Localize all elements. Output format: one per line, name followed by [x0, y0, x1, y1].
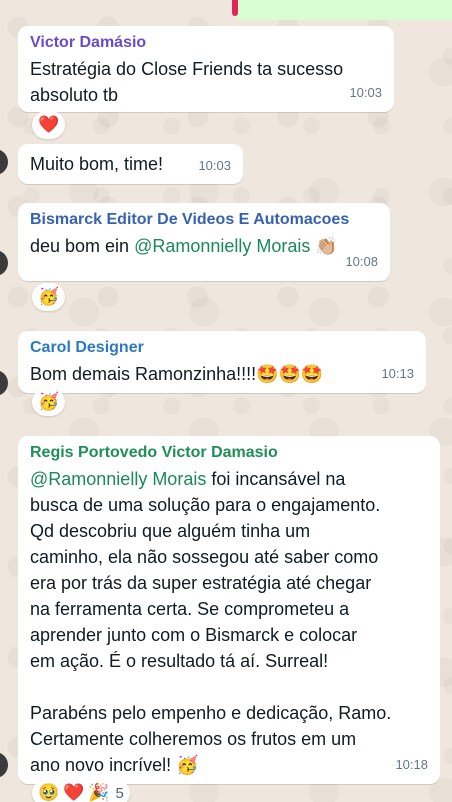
party-popper-icon: 🎉 [88, 783, 110, 802]
message-text: Qd descobriu que alguém tinha um [30, 521, 311, 541]
party-face-icon: 🥳 [38, 392, 60, 411]
heart-icon: ❤️ [38, 115, 60, 134]
pleading-face-icon: 🥹 [38, 783, 60, 802]
message-bubble[interactable]: Regis Portovedo Victor Damasio @Ramonnie… [18, 436, 440, 784]
outgoing-message-edge[interactable] [232, 0, 452, 20]
reaction-badge[interactable]: ❤️ [32, 111, 66, 139]
message-text: deu bom ein @Ramonnielly Morais 👏🏼 [30, 233, 378, 259]
message-text: na ferramenta certa. Se comprometeu a [30, 599, 350, 619]
message-text: ano novo incrível! 🥳 [30, 755, 199, 775]
message-time: 10:03 [349, 85, 382, 100]
message-text: Certamente colheremos os frutos em um [30, 729, 357, 749]
message-prefix: deu bom ein [30, 236, 135, 256]
message-bubble[interactable]: Carol Designer Bom demais Ramonzinha!!!!… [18, 331, 426, 393]
message-time: 10:03 [198, 158, 231, 173]
message-text: Estratégia do Close Friends ta sucesso [30, 59, 344, 79]
message-bubble[interactable]: Bismarck Editor De Videos E Automacoes d… [18, 203, 390, 281]
message-time: 10:08 [345, 254, 378, 269]
mention-link[interactable]: @Ramonnielly Morais [30, 469, 206, 489]
message-text: Parabéns pelo empenho e dedicação, Ramo. [30, 703, 392, 723]
message-text: caminho, ela não sossegou até saber como [30, 547, 379, 567]
sender-name[interactable]: Bismarck Editor De Videos E Automacoes [30, 209, 378, 231]
message-fragment: foi incansável na [206, 469, 346, 489]
clap-icon: 👏🏼 [310, 236, 338, 256]
outgoing-accent [232, 0, 238, 16]
reaction-badge[interactable]: 🥳 [32, 283, 66, 311]
reaction-badge[interactable]: 🥹 ❤️ 🎉 5 [32, 780, 130, 802]
heart-icon: ❤️ [63, 783, 85, 802]
message-text: era por trás da super estratégia até che… [30, 573, 372, 593]
reaction-count: 5 [115, 784, 124, 802]
message-bubble[interactable]: Victor Damásio Estratégia do Close Frien… [18, 26, 394, 112]
message-text: Muito bom, time! [30, 154, 164, 174]
message-text: busca de uma solução para o engajamento. [30, 495, 381, 515]
reaction-badge[interactable]: 🥳 [32, 388, 66, 416]
sender-name[interactable]: Victor Damásio [30, 32, 382, 54]
message-text: @Ramonnielly Morais foi incansável na [30, 466, 428, 492]
message-text: Bom demais Ramonzinha!!!!🤩🤩🤩 [30, 364, 324, 384]
mention-link[interactable]: @Ramonnielly Morais [134, 236, 310, 256]
message-text: aprender junto com o Bismarck e colocar [30, 625, 358, 645]
sender-name[interactable]: Carol Designer [30, 337, 414, 359]
message-text: em ação. É o resultado tá aí. Surreal! [30, 651, 329, 671]
message-time: 10:13 [381, 366, 414, 381]
message-bubble[interactable]: Muito bom, time! 10:03 [18, 144, 243, 184]
message-time: 10:18 [395, 757, 428, 772]
party-face-icon: 🥳 [38, 287, 60, 306]
message-text: absoluto tb [30, 85, 119, 105]
sender-name[interactable]: Regis Portovedo Victor Damasio [30, 442, 428, 464]
